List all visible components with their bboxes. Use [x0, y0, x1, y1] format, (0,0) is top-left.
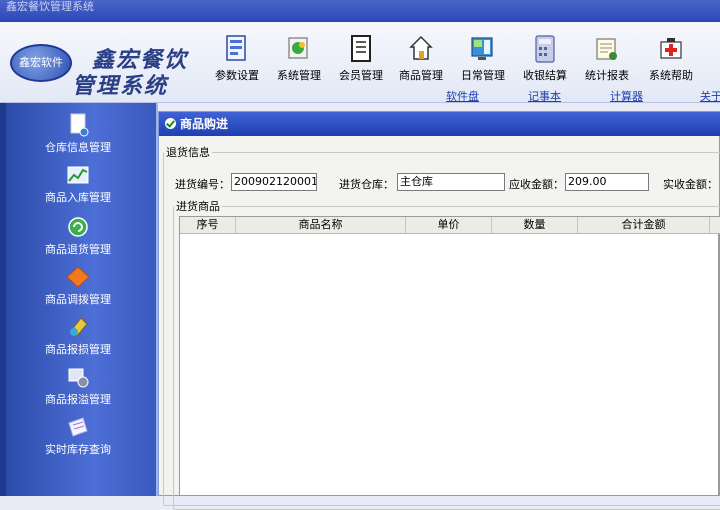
loss-report-icon: [70, 317, 88, 337]
warehouse-field[interactable]: 主仓库: [397, 173, 505, 191]
warehouse-doc-icon: [70, 113, 89, 137]
sidebar-item-stock-in[interactable]: 商品入库管理: [0, 163, 156, 213]
col-price[interactable]: 单价: [406, 217, 492, 233]
toolbar-member-button[interactable]: 会员管理: [330, 30, 392, 86]
toolbar-checkout-button[interactable]: 收银结算: [514, 30, 576, 86]
toolbar-label: 商品管理: [399, 69, 443, 82]
app-header: 鑫宏软件 鑫宏餐饮 管理系统 参数设置 系统管理 会员管理 商品管理 日常管理 …: [0, 22, 720, 103]
sidebar-item-label: 仓库信息管理: [45, 141, 111, 154]
toolbar-label: 统计报表: [585, 69, 629, 82]
sidebar-item-overflow[interactable]: 商品报溢管理: [0, 365, 156, 415]
sidebar: 仓库信息管理 商品入库管理 商品退货管理 商品调拨管理 商品报损管理 商品报溢管…: [0, 103, 158, 496]
sidebar-item-warehouse[interactable]: 仓库信息管理: [0, 113, 156, 163]
toolbar-label: 系统管理: [277, 69, 321, 82]
link-calculator[interactable]: 计算器: [610, 88, 643, 104]
window-title: 商品购进: [180, 117, 229, 131]
sidebar-item-label: 商品退货管理: [45, 243, 111, 256]
stock-in-chart-icon: [67, 166, 89, 184]
toolbar-goods-button[interactable]: 商品管理: [390, 30, 452, 86]
logo-badge: 鑫宏软件: [10, 44, 72, 82]
toolbar-label: 收银结算: [523, 69, 567, 82]
goods-legend: 进货商品: [176, 200, 220, 213]
toolbar-label: 日常管理: [461, 69, 505, 82]
transfer-diamond-icon: [66, 266, 90, 288]
toolbar-help-button[interactable]: 系统帮助: [640, 30, 702, 86]
purchase-window: 商品购进 退货信息 进货编号： 200902120001 进货仓库： 主仓库 应…: [158, 111, 720, 510]
app-title: 鑫宏餐饮管理系统: [6, 0, 94, 13]
daily-screen-icon: [471, 37, 493, 60]
sidebar-item-label: 商品调拨管理: [45, 293, 111, 306]
col-total[interactable]: 合计金额: [578, 217, 710, 233]
col-index[interactable]: 序号: [180, 217, 236, 233]
toolbar-daily-button[interactable]: 日常管理: [452, 30, 514, 86]
sidebar-item-return[interactable]: 商品退货管理: [0, 215, 156, 265]
check-icon: [165, 118, 176, 129]
sidebar-item-loss[interactable]: 商品报损管理: [0, 315, 156, 365]
sidebar-item-label: 实时库存查询: [45, 443, 111, 456]
goods-table-header: 序号 商品名称 单价 数量 合计金额: [180, 217, 720, 234]
sidebar-item-label: 商品入库管理: [45, 191, 111, 204]
toolbar-system-button[interactable]: 系统管理: [268, 30, 330, 86]
toolbar-settings-button[interactable]: 参数设置: [206, 30, 268, 86]
toolbar-label: 会员管理: [339, 69, 383, 82]
calculator-icon: [535, 35, 555, 63]
goods-table[interactable]: 序号 商品名称 单价 数量 合计金额: [179, 216, 720, 496]
settings-doc-icon: [226, 35, 246, 61]
toolbar-report-button[interactable]: 统计报表: [576, 30, 638, 86]
link-about[interactable]: 关于: [700, 88, 720, 104]
window-title-bar: 商品购进: [159, 112, 720, 136]
purchase-no-field[interactable]: 200902120001: [231, 173, 317, 191]
return-icon: [68, 217, 88, 237]
received-label: 实收金额：: [663, 178, 718, 191]
home-icon: [409, 35, 433, 60]
link-notepad[interactable]: 记事本: [528, 88, 561, 104]
receivable-field[interactable]: 209.00: [565, 173, 649, 191]
toolbar-label: 系统帮助: [649, 69, 693, 82]
brand-title-line2: 管理系统: [72, 73, 169, 99]
sidebar-item-label: 商品报损管理: [45, 343, 111, 356]
app-title-bar: 鑫宏餐饮管理系统: [0, 0, 720, 22]
member-ledger-icon: [351, 35, 371, 62]
return-info-legend: 退货信息: [166, 146, 210, 159]
col-name[interactable]: 商品名称: [236, 217, 406, 233]
system-puzzle-icon: [288, 37, 308, 59]
toolbar-label: 参数设置: [215, 69, 259, 82]
receivable-label: 应收金额：: [509, 178, 564, 191]
link-soft-keyboard[interactable]: 软件盘: [446, 88, 479, 104]
overflow-report-icon: [68, 368, 89, 388]
report-icon: [596, 38, 617, 60]
help-first-aid-icon: [660, 38, 682, 59]
stock-query-icon: [68, 417, 88, 437]
sidebar-item-label: 商品报溢管理: [45, 393, 111, 406]
purchase-no-label: 进货编号：: [175, 178, 230, 191]
warehouse-label: 进货仓库：: [339, 178, 394, 191]
sidebar-item-transfer[interactable]: 商品调拨管理: [0, 265, 156, 315]
col-quantity[interactable]: 数量: [492, 217, 578, 233]
sidebar-item-stock-query[interactable]: 实时库存查询: [0, 415, 156, 465]
